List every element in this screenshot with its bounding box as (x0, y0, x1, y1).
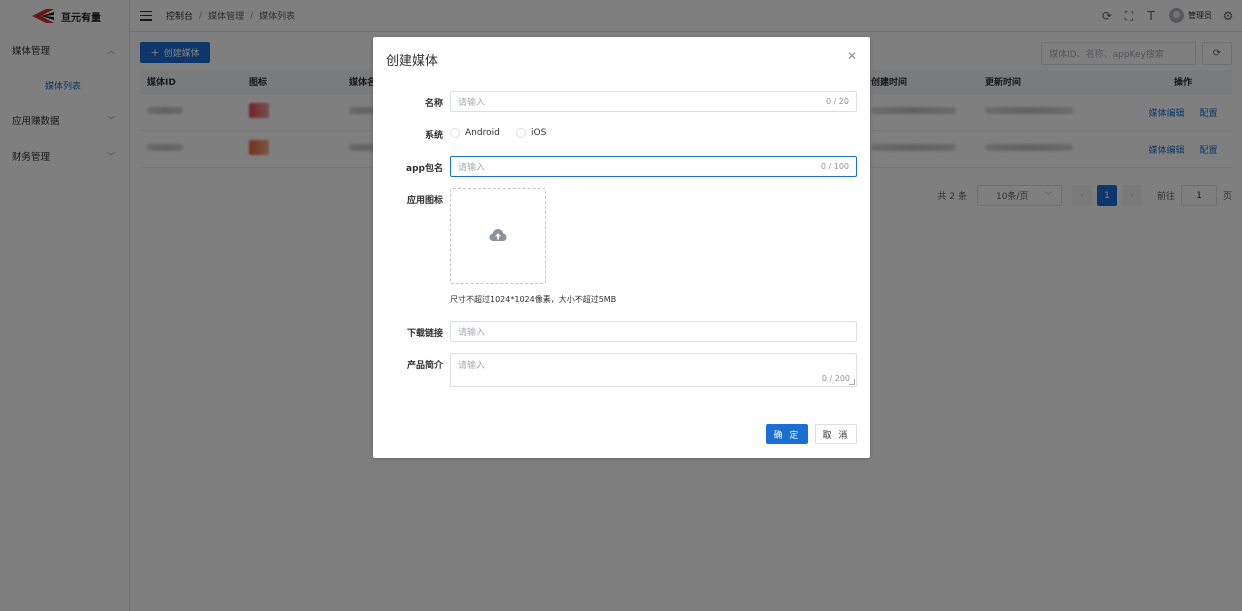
close-icon[interactable]: ✕ (846, 50, 858, 62)
intro-textarea[interactable]: 请输入 0 / 200 (450, 353, 857, 387)
download-placeholder: 请输入 (458, 328, 486, 338)
intro-placeholder: 请输入 (458, 361, 486, 371)
icon-upload-hint: 尺寸不超过1024*1024像素，大小不超过5MB (450, 295, 617, 304)
dialog-title: 创建媒体 (386, 54, 439, 69)
confirm-button[interactable]: 确 定 (766, 424, 808, 444)
radio-label: Android (465, 128, 500, 138)
radio-circle (450, 128, 460, 138)
cloud-upload-icon (489, 228, 507, 245)
cancel-button[interactable]: 取 消 (815, 424, 857, 444)
name-placeholder: 请输入 (458, 98, 486, 108)
name-char-count: 0 / 20 (825, 97, 849, 106)
icon-upload-area[interactable] (450, 188, 546, 284)
package-field[interactable]: 请输入 0 / 100 (450, 156, 857, 177)
package-label: app包名 (406, 164, 443, 174)
radio-android[interactable]: Android (450, 128, 500, 138)
name-field[interactable]: 请输入 0 / 20 (450, 91, 857, 112)
download-label: 下载链接 (406, 329, 443, 339)
intro-char-count: 0 / 200 (821, 374, 850, 383)
resize-handle-icon[interactable] (849, 379, 855, 385)
system-label: 系统 (424, 131, 443, 141)
radio-ios[interactable]: iOS (516, 128, 546, 138)
package-placeholder: 请输入 (458, 163, 486, 173)
package-char-count: 0 / 100 (820, 162, 849, 171)
download-link-field[interactable]: 请输入 (450, 321, 857, 342)
radio-label: iOS (531, 128, 547, 138)
intro-label: 产品简介 (406, 361, 443, 371)
create-media-dialog: 创建媒体 ✕ 名称 请输入 0 / 20 系统 Android iOS app包… (373, 37, 870, 458)
radio-circle (516, 128, 526, 138)
name-label: 名称 (424, 99, 443, 109)
icon-label: 应用图标 (406, 196, 443, 206)
